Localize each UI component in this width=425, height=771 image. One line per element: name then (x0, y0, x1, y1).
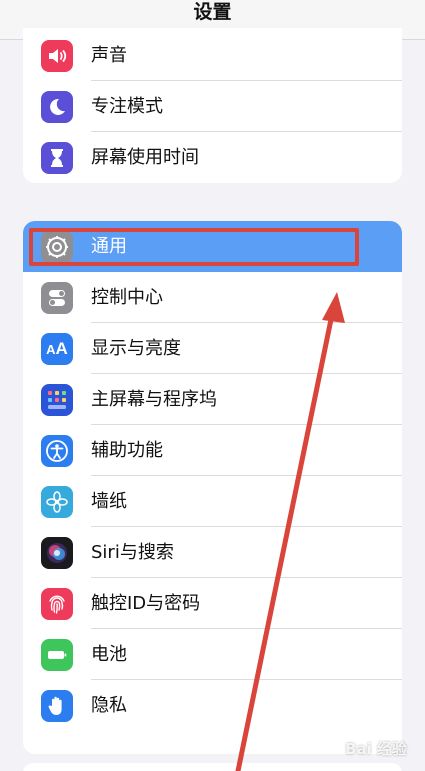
settings-row-label: 声音 (91, 45, 127, 66)
hand-icon (41, 690, 73, 722)
highlight-box (29, 228, 359, 266)
settings-row-focus[interactable]: 专注模式 (23, 81, 402, 132)
settings-row-accessibility[interactable]: 辅助功能 (23, 425, 402, 476)
settings-row-label: 墙纸 (91, 491, 127, 512)
settings-row-screen-time[interactable]: 屏幕使用时间 (23, 132, 402, 183)
page-title: 设置 (193, 1, 232, 23)
settings-row-privacy[interactable]: 隐私 (23, 680, 402, 731)
settings-group-3 (23, 763, 402, 771)
accessibility-icon (41, 435, 73, 467)
settings-row-display[interactable]: AA 显示与亮度 (23, 323, 402, 374)
settings-row-label: 专注模式 (91, 96, 163, 117)
text-size-icon: AA (41, 333, 73, 365)
settings-screen: 设置 声音 专注模式 屏幕使用时间 通用 控制中心 AA 显示与亮度 主屏幕与程… (0, 0, 425, 771)
fingerprint-icon (41, 588, 73, 620)
settings-row-label: Siri与搜索 (91, 542, 174, 563)
flower-icon (41, 486, 73, 518)
settings-row-control-center[interactable]: 控制中心 (23, 272, 402, 323)
settings-row-label: 电池 (91, 644, 127, 665)
settings-row-label: 触控ID与密码 (91, 593, 201, 614)
toggles-icon (41, 282, 73, 314)
settings-row-sound[interactable]: 声音 (23, 30, 402, 81)
speaker-icon (41, 40, 73, 72)
settings-row-label: 显示与亮度 (91, 338, 181, 359)
settings-row-label: 控制中心 (91, 287, 163, 308)
hourglass-icon (41, 142, 73, 174)
settings-row-label: 隐私 (91, 695, 127, 716)
settings-row-touch-id[interactable]: 触控ID与密码 (23, 578, 402, 629)
settings-row-label: 辅助功能 (91, 440, 163, 461)
home-grid-icon (41, 384, 73, 416)
settings-row-label: 屏幕使用时间 (91, 147, 199, 168)
siri-icon (41, 537, 73, 569)
moon-icon (41, 91, 73, 123)
settings-group-1: 声音 专注模式 屏幕使用时间 (23, 28, 402, 183)
watermark: Bai 经验 (345, 740, 407, 758)
settings-group-2: 通用 控制中心 AA 显示与亮度 主屏幕与程序坞 辅助功能 墙纸 Siri与搜索… (23, 221, 402, 754)
battery-icon (41, 639, 73, 671)
settings-row-siri[interactable]: Siri与搜索 (23, 527, 402, 578)
settings-row-battery[interactable]: 电池 (23, 629, 402, 680)
settings-row-home-screen[interactable]: 主屏幕与程序坞 (23, 374, 402, 425)
settings-row-label: 主屏幕与程序坞 (91, 389, 217, 410)
settings-row-wallpaper[interactable]: 墙纸 (23, 476, 402, 527)
